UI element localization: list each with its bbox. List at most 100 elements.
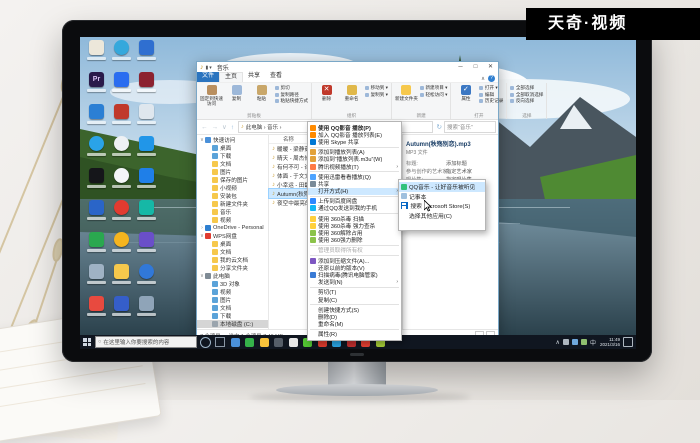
detail-value[interactable]: 指定艺术家 <box>446 168 472 176</box>
desktop-icon[interactable] <box>109 232 134 262</box>
desktop-icon[interactable] <box>134 168 159 198</box>
menu-item[interactable]: 使用 Skype 共享 <box>308 138 401 145</box>
menu-item[interactable]: 加入 QQ影音 播放列表(E) <box>308 131 401 138</box>
ribbon-button[interactable]: 重命名 <box>340 84 363 112</box>
desktop-icon[interactable] <box>134 296 159 326</box>
menu-item[interactable]: 搜索 Microsoft Store(S) <box>399 201 485 211</box>
desktop-icon[interactable] <box>134 40 159 70</box>
taskbar-app-icon[interactable] <box>289 338 298 347</box>
tray-icon[interactable] <box>572 339 578 345</box>
quick-access-toolbar[interactable]: ▮▾ <box>206 65 213 71</box>
menu-item[interactable]: 剪切(T) <box>308 289 401 296</box>
menu-item[interactable]: 扫描病毒(腾讯电脑管家) <box>308 271 401 278</box>
desktop-icon[interactable] <box>84 136 109 166</box>
sidebar-item-小视频[interactable]: 小视频 <box>197 184 268 192</box>
ribbon-button[interactable]: 粘贴 <box>250 84 273 112</box>
desktop-icon[interactable] <box>109 200 134 230</box>
sidebar-item-桌面[interactable]: 桌面 <box>197 240 268 248</box>
menu-item[interactable]: 腾讯视频播放(T)› <box>308 163 401 170</box>
menu-item[interactable]: 使用 QQ影音 播放(P) <box>308 124 401 131</box>
menu-item[interactable]: 使用 360杀毒 强力查杀 <box>308 222 401 229</box>
ribbon-button[interactable]: ✕删除 <box>315 84 338 112</box>
menu-item[interactable]: 删除(D) <box>308 313 401 320</box>
tab-文件[interactable]: 文件 <box>197 72 219 82</box>
desktop-icon[interactable] <box>84 200 109 230</box>
ribbon-small-button[interactable]: 粘贴快捷方式 <box>275 98 308 105</box>
menu-item[interactable]: 添加到播放列表(A) <box>308 149 401 156</box>
menu-item[interactable]: 添加到“播放列表.m3u”(W) <box>308 156 401 163</box>
taskbar-app-icon[interactable] <box>245 338 254 347</box>
ribbon-button[interactable]: 新建文件夹 <box>395 84 418 112</box>
sidebar-item-下载[interactable]: 下载 <box>197 312 268 320</box>
ribbon-button[interactable]: 复制 <box>225 84 248 112</box>
tray-icon[interactable] <box>563 339 569 345</box>
up-button[interactable]: ↑ <box>231 124 234 131</box>
desktop-icon[interactable] <box>134 232 159 262</box>
desktop-icon[interactable] <box>109 72 134 102</box>
history-dropdown-icon[interactable]: ∨ <box>222 123 227 131</box>
desktop-icon[interactable] <box>84 104 109 134</box>
menu-item[interactable]: 通过QQ发送到我的手机 <box>308 205 401 212</box>
sidebar-item-下载[interactable]: 下载 <box>197 152 268 160</box>
sidebar-item-OneDrive - Personal[interactable]: ›OneDrive - Personal <box>197 224 268 232</box>
sidebar-item-快速访问[interactable]: ∨快速访问 <box>197 136 268 144</box>
start-button[interactable] <box>83 338 91 346</box>
desktop-icon[interactable] <box>109 104 134 134</box>
menu-item[interactable]: 使用 360解除占用 <box>308 229 401 236</box>
sidebar-item-我的云文档[interactable]: 我的云文档 <box>197 256 268 264</box>
menu-item[interactable]: 还原以前的版本(V) <box>308 264 401 271</box>
desktop-icon[interactable] <box>109 296 134 326</box>
menu-item[interactable]: 管理员取得所有权 <box>308 247 401 254</box>
sidebar-item-分享文件夹[interactable]: 分享文件夹 <box>197 264 268 272</box>
sidebar-item-新建文件夹[interactable]: 新建文件夹 <box>197 200 268 208</box>
tab-查看[interactable]: 查看 <box>265 72 287 82</box>
menu-item[interactable]: 打开方式(H)› <box>308 188 401 195</box>
back-button[interactable]: ← <box>201 124 208 131</box>
desktop-icon[interactable] <box>134 136 159 166</box>
menu-item[interactable]: 复制(C) <box>308 296 401 303</box>
desktop-icon[interactable] <box>109 264 134 294</box>
desktop-icon[interactable] <box>134 72 159 102</box>
desktop-icon[interactable] <box>84 40 109 70</box>
ribbon-small-button[interactable]: 反向选择 <box>510 98 543 105</box>
desktop-icon[interactable] <box>84 168 109 198</box>
taskbar-clock[interactable]: 11:49 2021/3/16 <box>600 337 620 347</box>
task-view-button[interactable] <box>215 337 225 347</box>
sidebar-item-此电脑[interactable]: ∨此电脑 <box>197 272 268 280</box>
tray-chevron-icon[interactable]: ∧ <box>556 339 560 346</box>
taskbar-app-icon[interactable] <box>231 338 240 347</box>
menu-item[interactable]: 上传到百度网盘 <box>308 198 401 205</box>
sidebar-item-桌面[interactable]: 桌面 <box>197 144 268 152</box>
menu-item[interactable]: 创建快捷方式(S) <box>308 306 401 313</box>
sidebar-item-3D 对象[interactable]: 3D 对象 <box>197 280 268 288</box>
sidebar-item-视频[interactable]: 视频 <box>197 216 268 224</box>
taskbar-app-icon[interactable] <box>260 338 269 347</box>
menu-item[interactable]: 添加到压缩文件(A)... <box>308 257 401 264</box>
taskbar-search-input[interactable]: ○ 在这里输入你要搜索的内容 <box>95 336 197 348</box>
sidebar-item-保存的图片[interactable]: 保存的图片 <box>197 176 268 184</box>
action-center-icon[interactable] <box>623 337 633 347</box>
desktop-icon[interactable] <box>134 264 159 294</box>
taskbar-app-icon[interactable] <box>274 338 283 347</box>
maximize-button[interactable]: □ <box>468 62 483 73</box>
refresh-icon[interactable]: ↻ <box>437 123 442 131</box>
desktop-icon[interactable]: Pr <box>84 72 109 102</box>
tab-主页[interactable]: 主页 <box>219 72 243 82</box>
sidebar-item-视频[interactable]: 视频 <box>197 288 268 296</box>
ribbon-small-button[interactable]: 历史记录 <box>479 98 503 105</box>
tray-icon[interactable] <box>581 339 587 345</box>
menu-item[interactable]: 选择其他应用(C) <box>399 211 485 221</box>
menu-item[interactable]: 使用迅雷看看播放(Q) <box>308 173 401 180</box>
sidebar-item-文档[interactable]: 文档 <box>197 160 268 168</box>
menu-item[interactable]: 属性(R) <box>308 331 401 338</box>
sidebar-item-WPS网盘[interactable]: ∨WPS网盘 <box>197 232 268 240</box>
sidebar-item-本地磁盘 (C:)[interactable]: 本地磁盘 (C:) <box>197 320 268 328</box>
ribbon-small-button[interactable]: 轻松访问 ▾ <box>420 92 447 99</box>
desktop-icon[interactable] <box>109 136 134 166</box>
detail-value[interactable]: 添加标题 <box>446 160 467 168</box>
sidebar-item-音乐[interactable]: 音乐 <box>197 208 268 216</box>
desktop-icon[interactable] <box>84 264 109 294</box>
ribbon-collapse-icon[interactable]: ∧ <box>481 76 485 82</box>
desktop-icon[interactable] <box>109 168 134 198</box>
tab-共享[interactable]: 共享 <box>243 72 265 82</box>
